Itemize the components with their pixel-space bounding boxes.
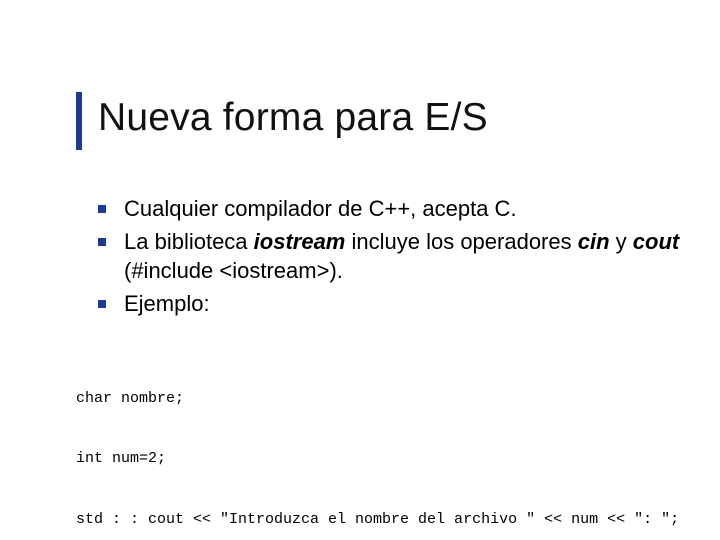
- bullet-square-icon: [98, 238, 106, 246]
- bullet-text-segment: (#include <iostream>).: [124, 258, 343, 283]
- title-accent-bar: [76, 92, 82, 150]
- bullet-text: Ejemplo:: [124, 289, 696, 318]
- slide-body: Cualquier compilador de C++, acepta C. L…: [98, 190, 696, 320]
- bullet-square-icon: [98, 300, 106, 308]
- bullet-text: Cualquier compilador de C++, acepta C.: [124, 194, 696, 223]
- bullet-text-segment: La biblioteca: [124, 229, 254, 254]
- code-block: char nombre; int num=2; std : : cout << …: [76, 348, 690, 540]
- bullet-keyword-cin: cin: [578, 229, 610, 254]
- bullet-text-segment: y: [610, 229, 633, 254]
- slide-title: Nueva forma para E/S: [98, 96, 690, 140]
- code-line: char nombre;: [76, 389, 690, 409]
- bullet-item: La biblioteca iostream incluye los opera…: [98, 227, 696, 285]
- code-line: std : : cout << "Introduzca el nombre de…: [76, 510, 690, 530]
- bullet-text: La biblioteca iostream incluye los opera…: [124, 227, 696, 285]
- title-wrap: Nueva forma para E/S: [98, 96, 690, 140]
- bullet-square-icon: [98, 205, 106, 213]
- bullet-keyword-iostream: iostream: [254, 229, 346, 254]
- bullet-text-segment: incluye los operadores: [345, 229, 577, 254]
- bullet-item: Cualquier compilador de C++, acepta C.: [98, 194, 696, 223]
- bullet-keyword-cout: cout: [633, 229, 679, 254]
- code-line: int num=2;: [76, 449, 690, 469]
- slide: { "title": "Nueva forma para E/S", "bull…: [0, 0, 720, 540]
- bullet-item: Ejemplo:: [98, 289, 696, 318]
